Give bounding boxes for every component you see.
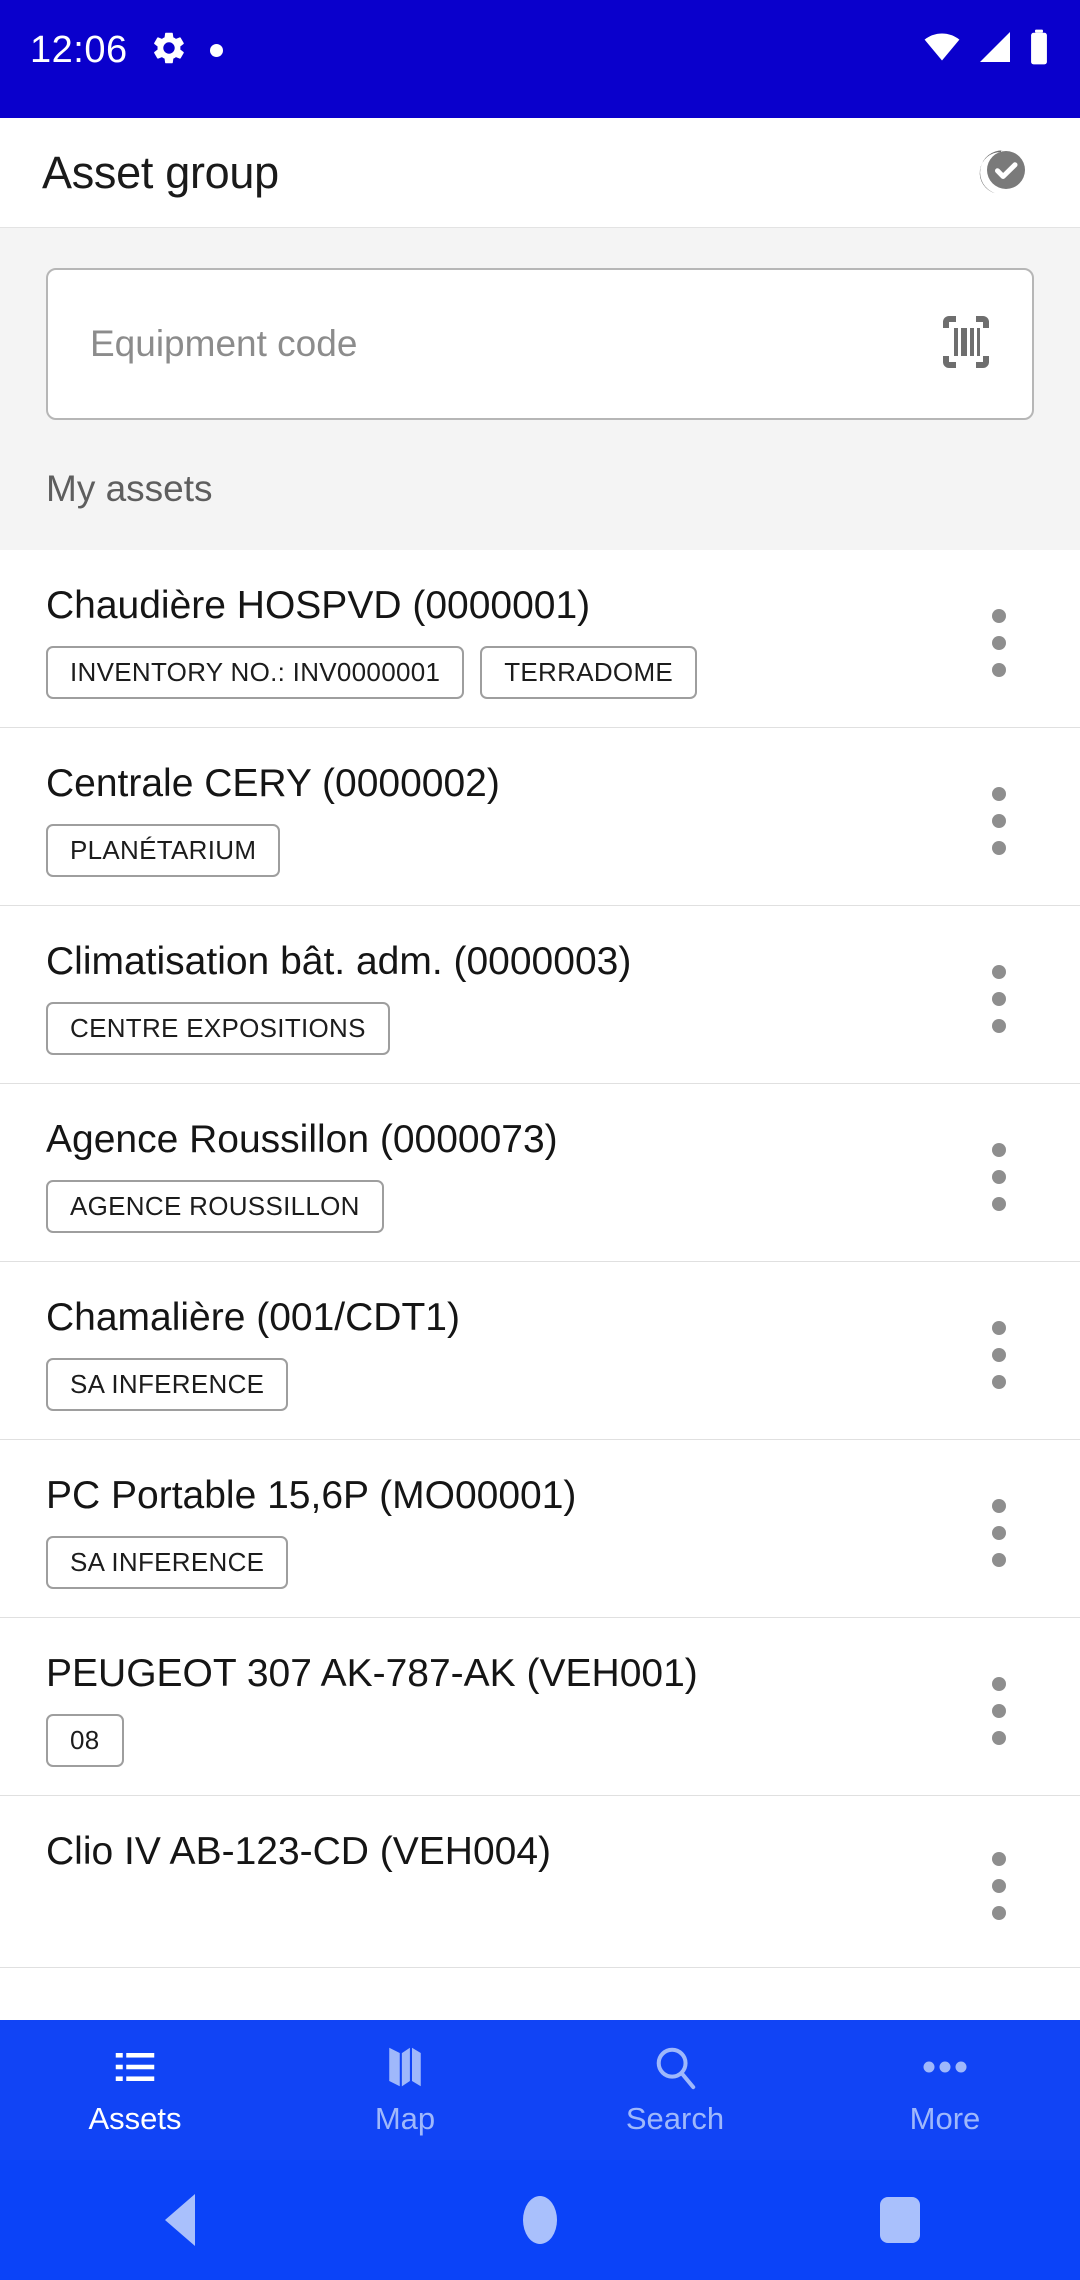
asset-chip[interactable]: CENTRE EXPOSITIONS [46,1002,390,1055]
list-icon [112,2043,158,2091]
more-vertical-icon[interactable] [964,781,1034,855]
asset-chip[interactable]: 08 [46,1714,124,1767]
asset-row[interactable]: PEUGEOT 307 AK-787-AK (VEH001) 08 [0,1618,1080,1796]
gear-icon [150,29,188,72]
asset-row[interactable]: Climatisation bât. adm. (0000003) CENTRE … [0,906,1080,1084]
asset-chip-group: PLANÉTARIUM [46,824,964,877]
more-vertical-icon[interactable] [964,959,1034,1033]
nav-item-label: Search [625,2101,725,2136]
asset-title: PC Portable 15,6P (MO00001) [46,1474,577,1517]
asset-chip-group: CENTRE EXPOSITIONS [46,1002,964,1055]
nav-item-search[interactable]: Search [540,2043,810,2137]
system-navigation-bar [0,2160,1080,2280]
asset-row-content: PC Portable 15,6P (MO00001) SA INFERENCE [46,1470,964,1589]
page-title: Asset group [42,146,279,198]
asset-row[interactable]: Chamalière (001/CDT1) SA INFERENCE [0,1262,1080,1440]
battery-icon [1028,28,1050,71]
nav-item-map[interactable]: Map [270,2043,540,2137]
asset-chip-group: SA INFERENCE [46,1358,964,1411]
asset-list: Chaudière HOSPVD (0000001) INVENTORY NO.:… [0,550,1080,1968]
nav-item-label: Assets [88,2101,182,2136]
app-screen: 12:06 Asset group Equipment code My asse… [0,0,1080,2280]
status-bar: 12:06 [0,0,1080,118]
more-vertical-icon[interactable] [964,603,1034,677]
check-circle-icon[interactable] [966,137,1038,209]
wifi-icon [922,29,962,70]
more-vertical-icon[interactable] [964,1315,1034,1389]
asset-row-content: PEUGEOT 307 AK-787-AK (VEH001) 08 [46,1648,964,1767]
asset-chip[interactable]: PLANÉTARIUM [46,824,281,877]
asset-title: PEUGEOT 307 AK-787-AK (VEH001) [46,1652,698,1695]
search-input[interactable]: Equipment code [46,268,1034,420]
cellular-signal-icon [976,29,1014,70]
asset-row[interactable]: Agence Roussillon (0000073) AGENCE ROUSSI… [0,1084,1080,1262]
nav-item-more[interactable]: More [810,2043,1080,2137]
asset-title: Chaudière HOSPVD (0000001) [46,584,591,627]
more-vertical-icon[interactable] [964,1493,1034,1567]
asset-chip-group: 08 [46,1714,964,1767]
search-panel: Equipment code My assets [0,228,1080,550]
asset-title: Chamalière (001/CDT1) [46,1296,460,1339]
bottom-navigation: Assets Map Search More [0,2020,1080,2160]
nav-item-assets[interactable]: Assets [0,2043,270,2137]
asset-chip[interactable]: TERRADOME [480,646,698,699]
recents-button[interactable] [720,2197,1080,2243]
nav-item-label: Map [374,2101,436,2136]
asset-title: Centrale CERY (0000002) [46,762,500,805]
asset-chip[interactable]: SA INFERENCE [46,1358,289,1411]
asset-row-content: Chamalière (001/CDT1) SA INFERENCE [46,1292,964,1411]
nav-item-label: More [909,2101,981,2136]
search-icon [652,2043,698,2091]
status-bar-right [922,28,1050,71]
more-vertical-icon[interactable] [964,1671,1034,1745]
back-button[interactable] [0,2194,360,2246]
status-bar-clock: 12:06 [30,29,128,71]
asset-row[interactable]: Clio IV AB-123-CD (VEH004) [0,1796,1080,1968]
asset-chip[interactable]: SA INFERENCE [46,1536,289,1589]
asset-row[interactable]: Centrale CERY (0000002) PLANÉTARIUM [0,728,1080,906]
asset-title: Agence Roussillon (0000073) [46,1118,558,1161]
asset-chip[interactable]: AGENCE ROUSSILLON [46,1180,384,1233]
asset-row-content: Chaudière HOSPVD (0000001) INVENTORY NO.:… [46,580,964,699]
asset-row-content: Agence Roussillon (0000073) AGENCE ROUSSI… [46,1114,964,1233]
asset-row[interactable]: PC Portable 15,6P (MO00001) SA INFERENCE [0,1440,1080,1618]
asset-row-content: Centrale CERY (0000002) PLANÉTARIUM [46,758,964,877]
more-vertical-icon[interactable] [964,1846,1034,1920]
barcode-scan-icon[interactable] [934,313,998,376]
status-bar-left: 12:06 [30,28,223,72]
more-horizontal-icon [921,2043,969,2091]
asset-chip[interactable]: INVENTORY NO.: INV0000001 [46,646,465,699]
asset-title: Climatisation bât. adm. (0000003) [46,940,632,983]
dot-icon [209,43,223,57]
asset-chip-group: INVENTORY NO.: INV0000001 TERRADOME [46,646,964,699]
asset-row-content: Clio IV AB-123-CD (VEH004) [46,1826,964,1878]
asset-chip-group: SA INFERENCE [46,1536,964,1589]
home-button[interactable] [360,2196,720,2244]
asset-title: Clio IV AB-123-CD (VEH004) [46,1830,552,1873]
search-input-placeholder: Equipment code [90,323,358,364]
asset-chip-group: AGENCE ROUSSILLON [46,1180,964,1233]
section-label: My assets [46,420,1034,550]
asset-row-content: Climatisation bât. adm. (0000003) CENTRE … [46,936,964,1055]
asset-row[interactable]: Chaudière HOSPVD (0000001) INVENTORY NO.:… [0,550,1080,728]
app-bar: Asset group [0,118,1080,228]
more-vertical-icon[interactable] [964,1137,1034,1211]
map-icon [384,2043,426,2091]
